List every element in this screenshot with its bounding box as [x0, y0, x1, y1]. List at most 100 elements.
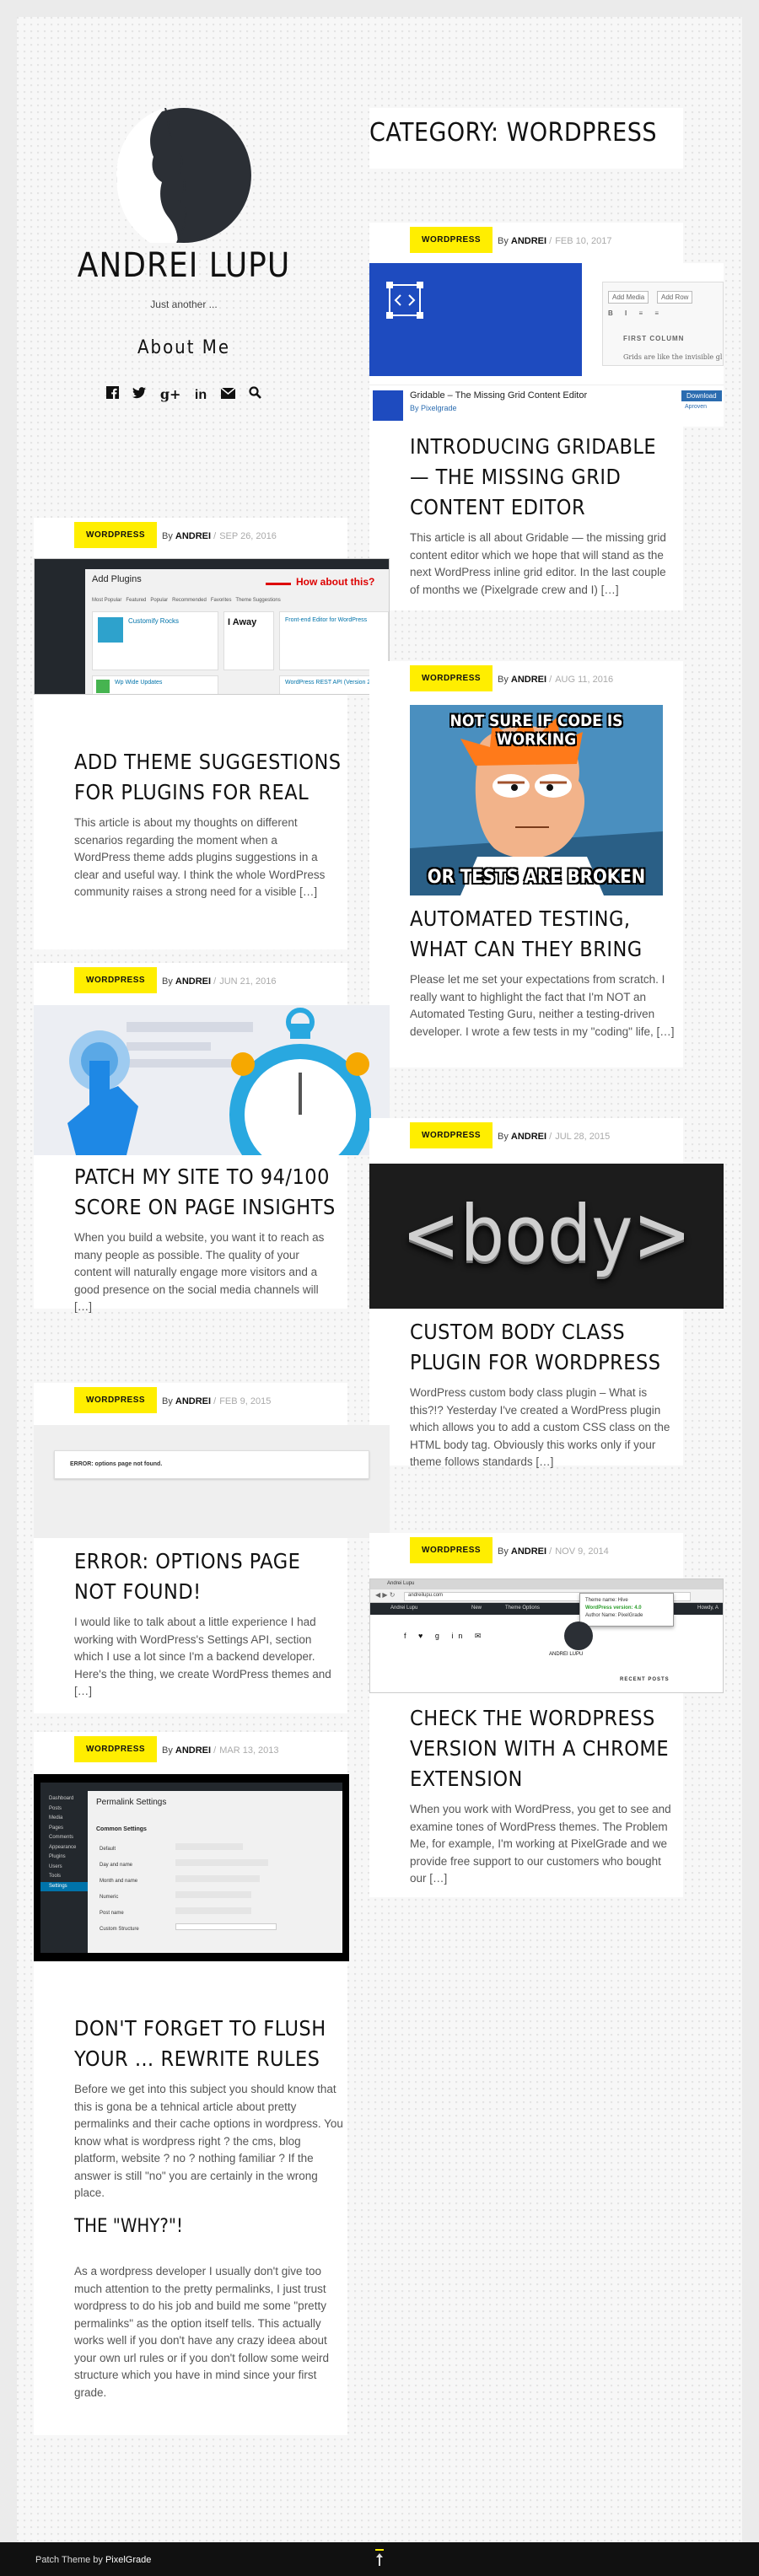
post-author[interactable]: ANDREI — [175, 1745, 211, 1756]
category-badge[interactable]: WORDPRESS — [74, 967, 158, 993]
theme-avatar — [564, 1621, 593, 1650]
gridable-icon-block — [369, 263, 582, 376]
post-excerpt-continued: As a wordpress developer I usually don't… — [74, 2265, 329, 2399]
post-author[interactable]: ANDREI — [511, 1132, 546, 1142]
category-badge[interactable]: WORDPRESS — [410, 1537, 493, 1563]
post-excerpt: When you build a website, you want it to… — [74, 1231, 325, 1313]
email-icon[interactable] — [220, 387, 236, 403]
category-badge[interactable]: WORDPRESS — [410, 665, 493, 691]
add-plugins-heading: Add Plugins — [92, 574, 142, 584]
post-author[interactable]: ANDREI — [175, 1396, 211, 1406]
post-author[interactable]: ANDREI — [511, 236, 546, 246]
post-meta: By ANDREI / AUG 11, 2016 — [498, 675, 614, 685]
post-thumbnail[interactable]: <body> — [369, 1164, 724, 1309]
post-thumbnail[interactable]: Andrei Lupu ◀ ▶ ↻ andreilupu.com Andrei … — [369, 1578, 724, 1693]
post-subheading: THE "WHY?"! — [74, 2216, 183, 2237]
extension-popup: Theme name: Hive WordPress version: 4.0 … — [579, 1593, 674, 1627]
add-row-button: Add Row — [657, 291, 693, 304]
post-author[interactable]: ANDREI — [511, 675, 546, 685]
plugin-by: By Pixelgrade — [410, 404, 457, 412]
add-media-button: Add Media — [608, 291, 649, 304]
site-logo-avatar[interactable] — [116, 107, 251, 244]
post-meta: By ANDREI / JUN 21, 2016 — [162, 976, 277, 987]
facebook-icon[interactable] — [105, 386, 119, 403]
post-author[interactable]: ANDREI — [511, 1546, 546, 1557]
post-thumbnail[interactable]: Add Media Add Row B I ≡ ≡ FIRST COLUMN G… — [369, 263, 724, 427]
post-title[interactable]: DON'T FORGET TO FLUSH YOUR … REWRITE RUL… — [74, 2014, 361, 2074]
browser-tabbar: Andrei Lupu — [370, 1579, 723, 1589]
site-footer: Patch Theme by PixelGrade — [0, 2542, 759, 2576]
post-excerpt: Please let me set your expectations from… — [410, 973, 675, 1038]
social-row: f ♥ g in ✉ — [404, 1632, 487, 1640]
post-date[interactable]: AUG 11, 2016 — [555, 675, 613, 685]
twitter-icon[interactable] — [132, 387, 147, 403]
post-date[interactable]: NOV 9, 2014 — [555, 1546, 609, 1557]
post-title[interactable]: CHECK THE WORDPRESS VERSION WITH A CHROM… — [410, 1703, 671, 1794]
post-author[interactable]: ANDREI — [175, 531, 211, 541]
category-heading: CATEGORY: WORDPRESS — [369, 118, 657, 148]
post-title[interactable]: AUTOMATED TESTING, WHAT CAN THEY BRING — [410, 904, 671, 965]
category-badge[interactable]: WORDPRESS — [410, 227, 493, 253]
linkedin-icon[interactable]: in — [195, 388, 207, 403]
footer-brand-link[interactable]: PixelGrade — [105, 2555, 151, 2565]
wp-admin-bar — [35, 559, 389, 569]
post-date[interactable]: JUL 28, 2015 — [555, 1132, 610, 1142]
post-excerpt: I would like to talk about a little expe… — [74, 1616, 331, 1697]
post-thumbnail[interactable]: ERROR: options page not found. — [34, 1425, 390, 1538]
post-excerpt: Before we get into this subject you shou… — [74, 2083, 343, 2199]
callout-text: How about this? — [296, 576, 375, 588]
post-meta: By ANDREI / SEP 26, 2016 — [162, 531, 277, 541]
post-thumbnail[interactable]: Add Plugins Most Popular Featured Popula… — [34, 558, 390, 695]
post-title[interactable]: ERROR: OPTIONS PAGE NOT FOUND! — [74, 1546, 336, 1607]
back-to-top-icon[interactable] — [374, 2549, 385, 2568]
post-meta: By ANDREI / FEB 10, 2017 — [498, 236, 612, 246]
post-title[interactable]: ADD THEME SUGGESTIONS FOR PLUGINS FOR RE… — [74, 747, 353, 808]
post-excerpt: This article is all about Gridable — the… — [410, 531, 666, 596]
post-date[interactable]: JUN 21, 2016 — [219, 976, 276, 987]
post-thumbnail[interactable] — [34, 1005, 390, 1155]
google-plus-icon[interactable]: g+ — [160, 386, 181, 402]
post-meta: By ANDREI / JUL 28, 2015 — [498, 1132, 611, 1142]
body-tag-text: <body> — [401, 1189, 692, 1279]
post-date[interactable]: MAR 13, 2013 — [219, 1745, 278, 1756]
post-thumbnail[interactable]: Dashboard Posts Media Pages Comments App… — [34, 1774, 349, 1961]
grid-text: Grids are like the invisible gl — [623, 353, 723, 361]
post-date[interactable]: FEB 10, 2017 — [555, 236, 611, 246]
post-title[interactable]: PATCH MY SITE TO 94/100 SCORE ON PAGE IN… — [74, 1162, 336, 1223]
post-meta: By ANDREI / NOV 9, 2014 — [498, 1546, 609, 1557]
download-button: Download — [681, 390, 722, 401]
post-meta: By ANDREI / MAR 13, 2013 — [162, 1745, 279, 1756]
search-icon[interactable] — [249, 386, 261, 403]
category-badge[interactable]: WORDPRESS — [74, 1387, 158, 1413]
editor-toolbar: B I ≡ ≡ — [608, 309, 665, 317]
post-thumbnail[interactable]: NOT SURE IF CODE IS WORKING OR TESTS ARE… — [410, 705, 663, 895]
post-date[interactable]: SEP 26, 2016 — [219, 531, 277, 541]
nav-about-me[interactable]: About Me — [67, 337, 300, 358]
social-links: g+ in — [67, 386, 300, 403]
post-excerpt: When you work with WordPress, you get to… — [410, 1803, 671, 1885]
permalink-fields — [175, 1843, 277, 1930]
first-column-label: FIRST COLUMN — [623, 335, 685, 342]
wp-admin-sidebar: Dashboard Posts Media Pages Comments App… — [40, 1791, 88, 1953]
post-date[interactable]: FEB 9, 2015 — [219, 1396, 271, 1406]
meme-top-text: NOT SURE IF CODE IS WORKING — [449, 712, 623, 749]
plugin-name: Gridable – The Missing Grid Content Edit… — [410, 390, 588, 401]
category-badge[interactable]: WORDPRESS — [410, 1122, 493, 1148]
category-badge[interactable]: WORDPRESS — [74, 1736, 158, 1762]
post-excerpt: This article is about my thoughts on dif… — [74, 816, 326, 898]
category-badge[interactable]: WORDPRESS — [74, 522, 158, 548]
post-author[interactable]: ANDREI — [175, 976, 211, 987]
wp-admin-bar — [40, 1783, 342, 1791]
site-tagline: Just another ... — [150, 298, 218, 310]
wp-admin-sidebar — [35, 569, 85, 694]
post-title[interactable]: INTRODUCING GRIDABLE — THE MISSING GRID … — [410, 432, 663, 523]
gridable-small-icon — [373, 390, 403, 421]
post-meta: By ANDREI / FEB 9, 2015 — [162, 1396, 272, 1406]
footer-credit: Patch Theme by PixelGrade — [35, 2555, 152, 2565]
site-title[interactable]: ANDREI LUPU — [67, 246, 300, 285]
meme-bottom-text: OR TESTS ARE BROKEN — [427, 867, 646, 888]
post-excerpt: WordPress custom body class plugin – Wha… — [410, 1386, 670, 1468]
callout-arrow — [266, 583, 291, 585]
error-message: ERROR: options page not found. — [70, 1461, 163, 1467]
post-title[interactable]: CUSTOM BODY CLASS PLUGIN FOR WORDPRESS — [410, 1317, 671, 1378]
